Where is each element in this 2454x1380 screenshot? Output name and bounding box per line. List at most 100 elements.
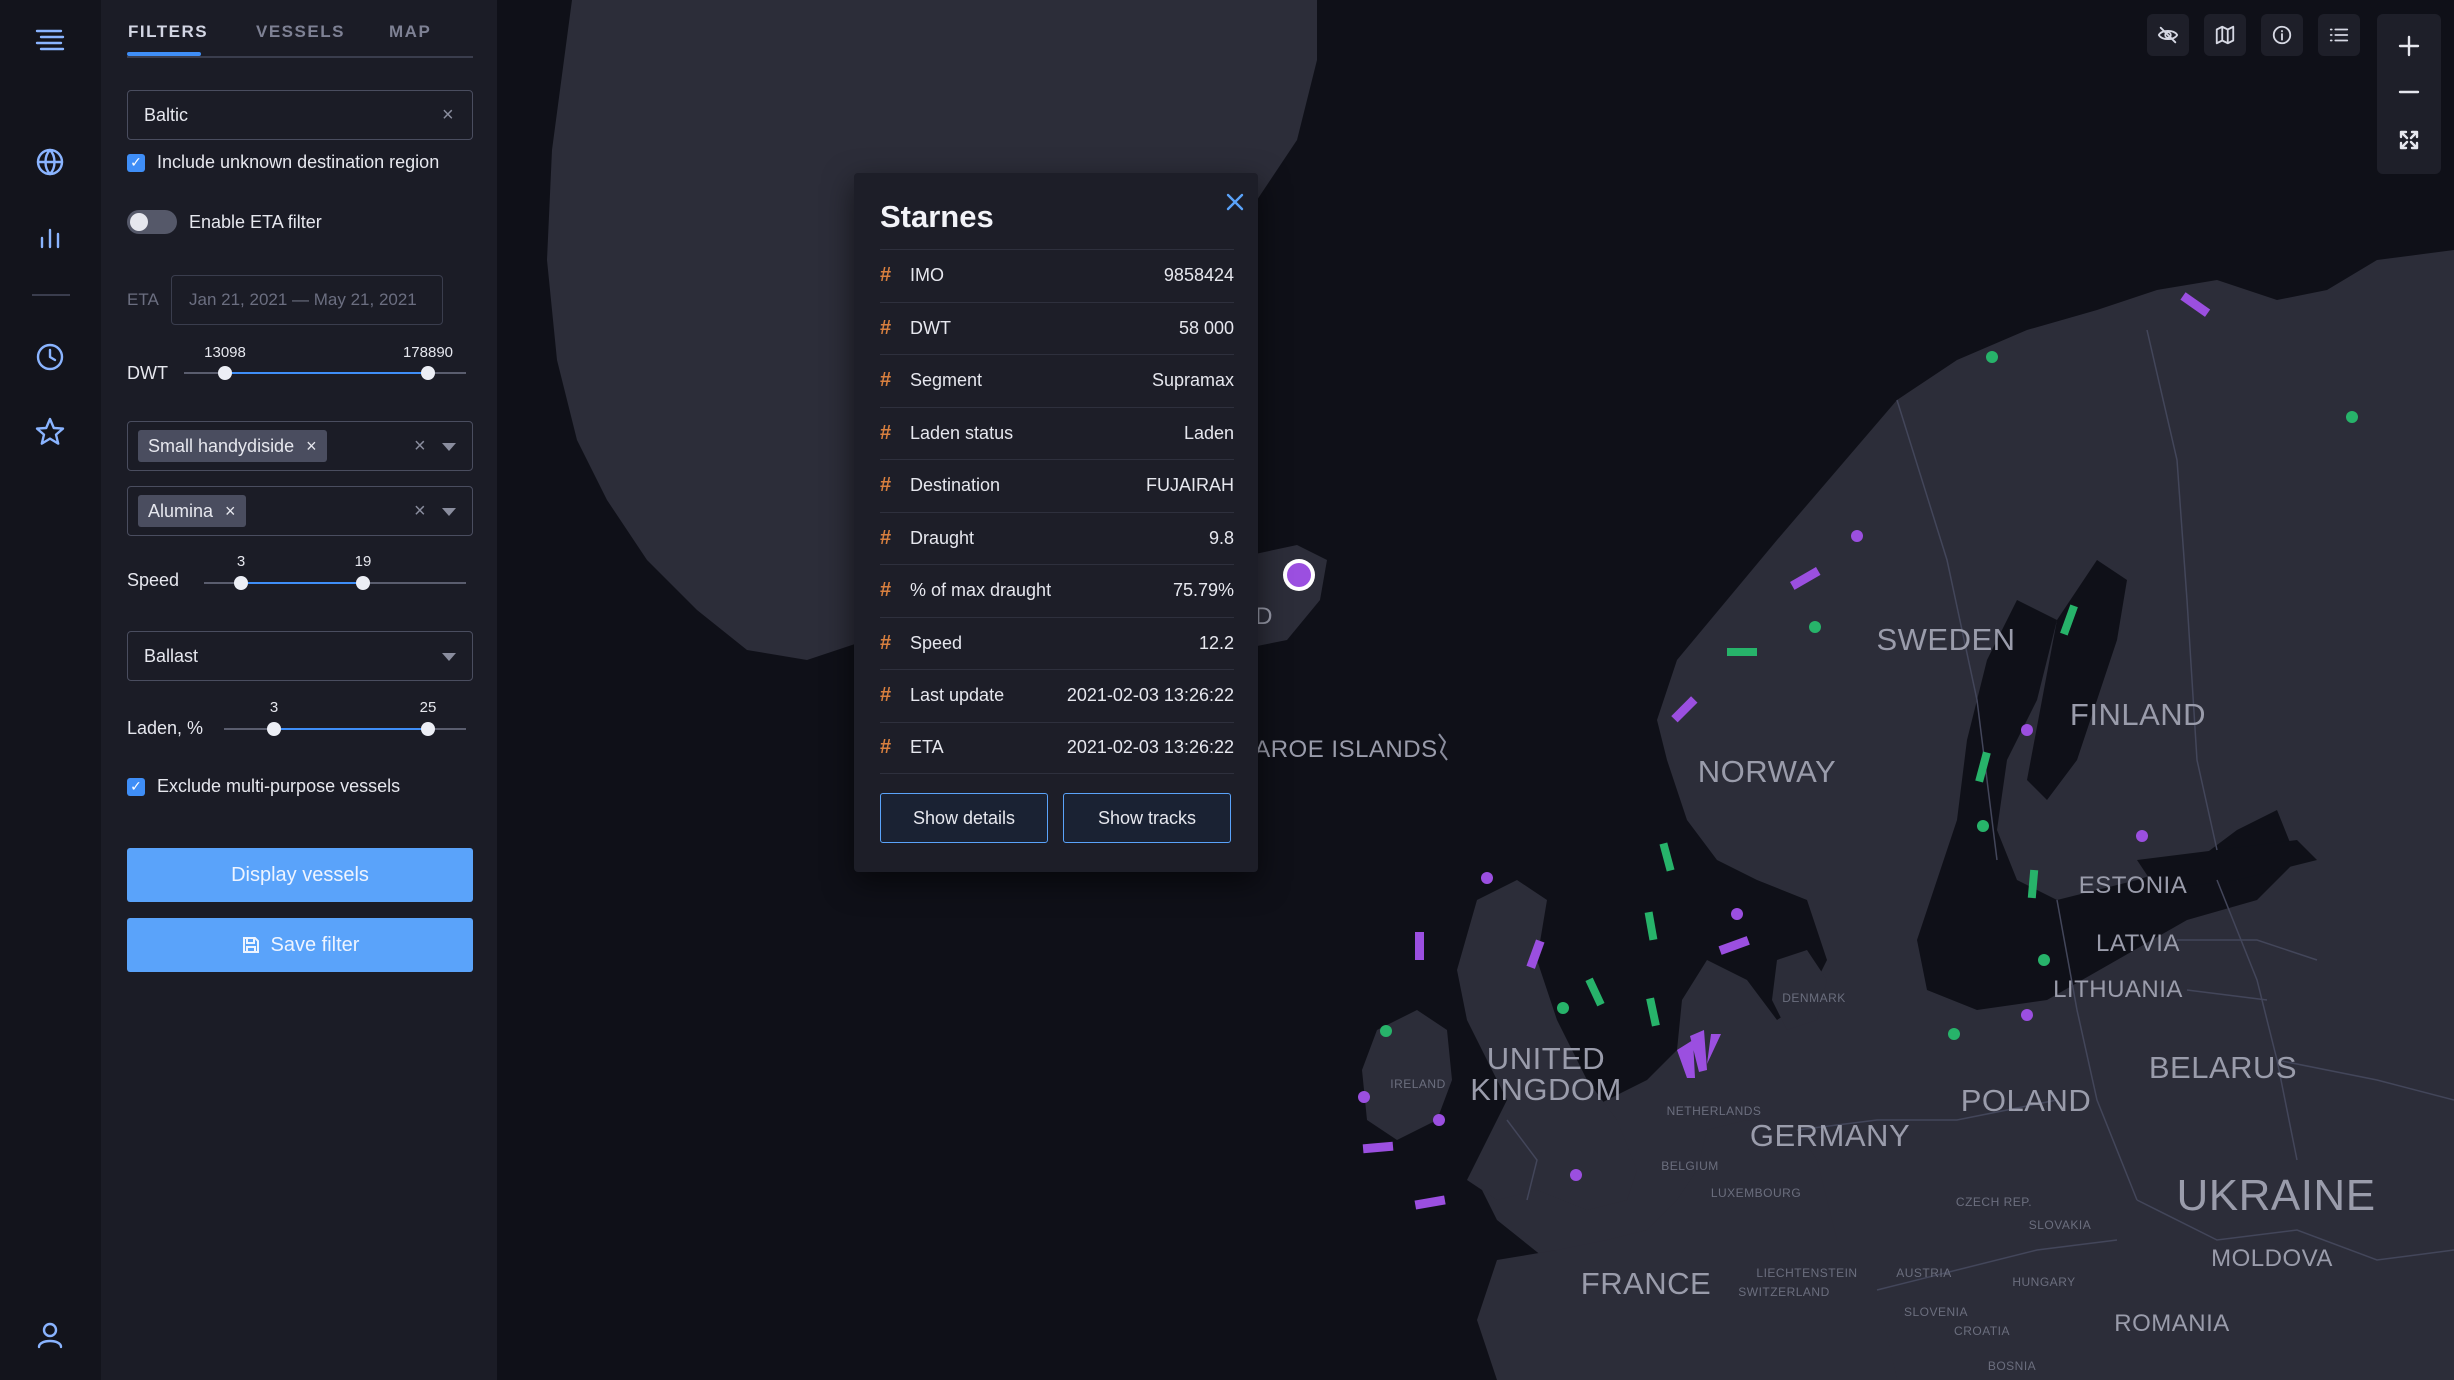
vessel-marker (1727, 648, 1757, 656)
map-label-kingdom: KINGDOM (1470, 1072, 1622, 1107)
detail-row-imo: # IMO 9858424 (880, 249, 1234, 302)
user-icon[interactable] (30, 1315, 70, 1355)
cargo-select[interactable]: Alumina × × (127, 486, 473, 536)
chevron-down-icon[interactable] (442, 443, 456, 451)
remove-chip-icon[interactable]: × (225, 501, 236, 522)
map-label-sweden: SWEDEN (1876, 622, 2016, 657)
laden-status-value: Ballast (144, 645, 199, 666)
close-popup-button[interactable] (1220, 187, 1250, 217)
hash-icon: # (880, 579, 892, 602)
map-label-poland: POLAND (1960, 1083, 2092, 1118)
detail-label: Destination (910, 475, 1001, 496)
laden-status-select[interactable]: Ballast (127, 631, 473, 681)
display-vessels-button[interactable]: Display vessels (127, 848, 473, 902)
selected-vessel-marker-inner (1287, 563, 1311, 587)
clear-region-icon[interactable]: × (442, 105, 454, 125)
segment-select[interactable]: Small handydiside × × (127, 421, 473, 471)
map-view[interactable]: SWEDEN FINLAND NORWAY FAROE ISLANDS D ES… (497, 0, 2454, 1380)
chevron-down-icon[interactable] (442, 653, 456, 661)
map-canvas[interactable] (497, 0, 2454, 1380)
clear-segment-icon[interactable]: × (414, 436, 426, 456)
detail-row-last-update: # Last update 2021-02-03 13:26:22 (880, 669, 1234, 722)
detail-label: % of max draught (910, 580, 1052, 601)
info-icon (2272, 25, 2292, 45)
laden-min-value: 3 (269, 699, 279, 716)
include-unknown-checkbox-row[interactable]: ✓ Include unknown destination region (127, 152, 439, 173)
vessel-popup: Starnes # IMO 9858424 # DWT 58 000 # Segment S… (854, 173, 1258, 872)
speed-max-value: 19 (354, 553, 372, 570)
hash-icon: # (880, 684, 892, 707)
tab-vessels[interactable]: VESSELS (256, 22, 345, 42)
map-label-luxembourg: LUXEMBOURG (1710, 1186, 1802, 1200)
speed-min-value: 3 (236, 553, 246, 570)
nav-rail (0, 0, 101, 1380)
menu-lines-icon[interactable] (30, 20, 70, 60)
detail-label: Segment (910, 370, 983, 391)
exclude-multi-checkbox-row[interactable]: ✓ Exclude multi-purpose vessels (127, 776, 400, 797)
info-button[interactable] (2261, 14, 2303, 56)
vessel-marker (1718, 936, 1750, 955)
globe-icon[interactable] (30, 142, 70, 182)
checkbox-checked-icon[interactable]: ✓ (127, 777, 145, 796)
hash-icon: # (880, 736, 892, 759)
show-tracks-button[interactable]: Show tracks (1063, 793, 1231, 843)
clock-icon[interactable] (30, 337, 70, 377)
laden-slider-min-thumb[interactable] (267, 722, 281, 736)
fullscreen-button[interactable] (2377, 116, 2441, 164)
detail-value: 12.2 (1198, 632, 1234, 653)
faroe-islands-landmass (1438, 733, 1448, 761)
clear-cargo-icon[interactable]: × (414, 501, 426, 521)
laden-max-value: 25 (419, 699, 437, 716)
map-label-ireland: IRELAND (1390, 1077, 1446, 1091)
tab-filters[interactable]: FILTERS (128, 22, 208, 42)
list-button[interactable] (2318, 14, 2360, 56)
remove-chip-icon[interactable]: × (306, 436, 317, 457)
cargo-chip-label: Alumina (148, 500, 214, 521)
eta-toggle-row[interactable]: Enable ETA filter (127, 210, 322, 234)
zoom-out-button[interactable] (2377, 68, 2441, 116)
hide-layer-button[interactable] (2147, 14, 2189, 56)
vessel-marker (1414, 1195, 1446, 1210)
detail-label: Draught (910, 527, 975, 548)
vessel-dot (1977, 820, 1989, 832)
map-label-germany: GERMANY (1749, 1118, 1911, 1153)
map-label-slovenia: SLOVENIA (1903, 1305, 1969, 1319)
save-filter-button[interactable]: Save filter (127, 918, 473, 972)
dwt-slider-min-thumb[interactable] (218, 366, 232, 380)
eta-range-input[interactable]: Jan 21, 2021 — May 21, 2021 (171, 275, 443, 325)
dwt-slider-range (225, 372, 428, 374)
panel-tabs: FILTERS VESSELS MAP (127, 20, 473, 58)
eta-range-value: Jan 21, 2021 — May 21, 2021 (189, 290, 417, 309)
hash-icon: # (880, 316, 892, 339)
speed-slider-min-thumb[interactable] (234, 576, 248, 590)
map-label-faroe-islands: FAROE ISLANDS (1240, 736, 1438, 763)
eta-toggle-label: Enable ETA filter (189, 211, 322, 232)
eta-toggle[interactable] (127, 210, 177, 234)
detail-label: ETA (910, 737, 944, 758)
hash-icon: # (880, 421, 892, 444)
show-details-button[interactable]: Show details (880, 793, 1048, 843)
vessel-marker (1659, 842, 1675, 872)
map-label-netherlands: NETHERLANDS (1666, 1104, 1762, 1118)
map-layers-button[interactable] (2204, 14, 2246, 56)
rail-divider (32, 294, 70, 296)
eta-label: ETA (127, 290, 159, 309)
plus-icon (2398, 35, 2420, 57)
zoom-in-button[interactable] (2377, 22, 2441, 70)
dwt-slider-max-thumb[interactable] (421, 366, 435, 380)
vessel-marker (1362, 1141, 1394, 1154)
laden-slider-max-thumb[interactable] (421, 722, 435, 736)
tab-map[interactable]: MAP (389, 22, 431, 42)
detail-row-speed: # Speed 12.2 (880, 616, 1234, 670)
map-label-switzerland: SWITZERLAND (1738, 1285, 1830, 1299)
speed-slider-max-thumb[interactable] (356, 576, 370, 590)
detail-row-segment: # Segment Supramax (880, 354, 1234, 407)
chevron-down-icon[interactable] (442, 508, 456, 516)
star-icon[interactable] (30, 412, 70, 452)
bar-chart-icon[interactable] (30, 217, 70, 257)
vessel-dot (1986, 351, 1998, 363)
detail-value: 2021-02-03 13:26:22 (1066, 737, 1234, 758)
map-label-bosnia: BOSNIA (1987, 1359, 2037, 1373)
region-input[interactable]: Baltic × (127, 90, 473, 140)
checkbox-checked-icon[interactable]: ✓ (127, 153, 145, 172)
